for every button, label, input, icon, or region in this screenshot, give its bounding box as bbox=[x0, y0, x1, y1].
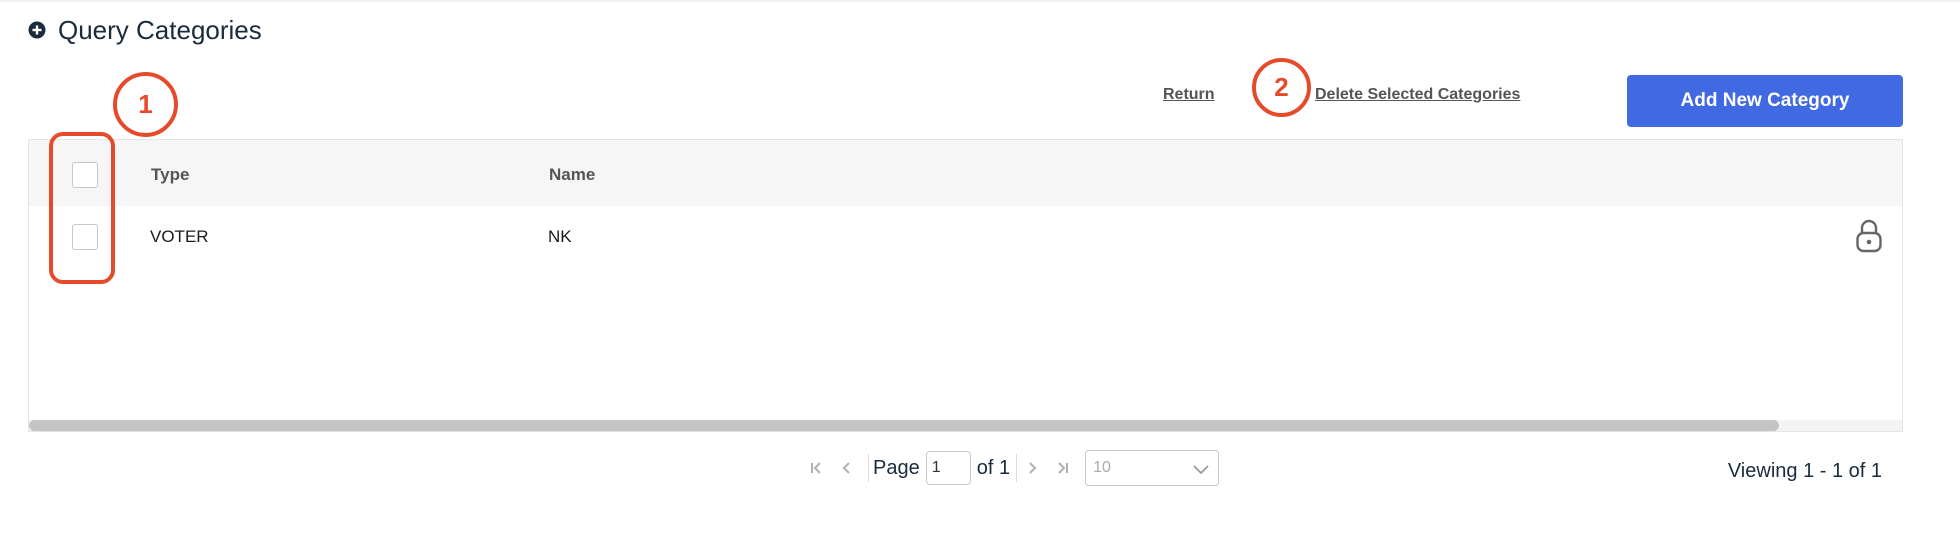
last-page-icon[interactable] bbox=[1051, 457, 1073, 479]
plus-circle-icon[interactable] bbox=[28, 21, 46, 39]
horizontal-scrollbar[interactable] bbox=[29, 420, 1902, 431]
pagination: Page of 1 10 bbox=[806, 450, 1220, 486]
column-header-type[interactable]: Type bbox=[151, 165, 189, 185]
add-new-category-button[interactable]: Add New Category bbox=[1627, 75, 1903, 127]
cell-name: NK bbox=[548, 227, 572, 246]
categories-grid: Type Name VOTER NK bbox=[28, 139, 1903, 432]
page-count-label: of 1 bbox=[976, 456, 1011, 479]
top-divider bbox=[0, 0, 1960, 2]
delete-selected-link[interactable]: Delete Selected Categories bbox=[1315, 86, 1520, 104]
cell-type: VOTER bbox=[150, 227, 209, 246]
previous-page-icon[interactable] bbox=[836, 457, 858, 479]
page-label: Page bbox=[873, 456, 920, 479]
lock-icon bbox=[1856, 219, 1882, 253]
select-all-checkbox[interactable] bbox=[72, 162, 98, 188]
scrollbar-thumb[interactable] bbox=[29, 420, 1779, 431]
annotation-marker-2: 2 bbox=[1252, 58, 1311, 117]
page-size-value: 10 bbox=[1093, 459, 1111, 476]
pager-separator bbox=[868, 454, 869, 482]
annotation-marker-1: 1 bbox=[113, 72, 178, 137]
next-page-icon[interactable] bbox=[1021, 457, 1043, 479]
first-page-icon[interactable] bbox=[806, 457, 828, 479]
section-header[interactable]: Query Categories bbox=[28, 12, 262, 48]
chevron-down-icon bbox=[1193, 465, 1209, 475]
table-row[interactable]: VOTER NK bbox=[29, 206, 1902, 266]
viewing-count: Viewing 1 - 1 of 1 bbox=[1727, 460, 1882, 482]
grid-header: Type Name bbox=[29, 140, 1902, 206]
page-size-select[interactable]: 10 bbox=[1085, 450, 1220, 486]
return-link[interactable]: Return bbox=[1163, 86, 1215, 104]
page-number-input[interactable] bbox=[925, 451, 971, 485]
section-title: Query Categories bbox=[58, 14, 262, 45]
pager-separator bbox=[1016, 454, 1018, 482]
column-header-name[interactable]: Name bbox=[549, 165, 595, 185]
row-checkbox[interactable] bbox=[72, 224, 98, 250]
